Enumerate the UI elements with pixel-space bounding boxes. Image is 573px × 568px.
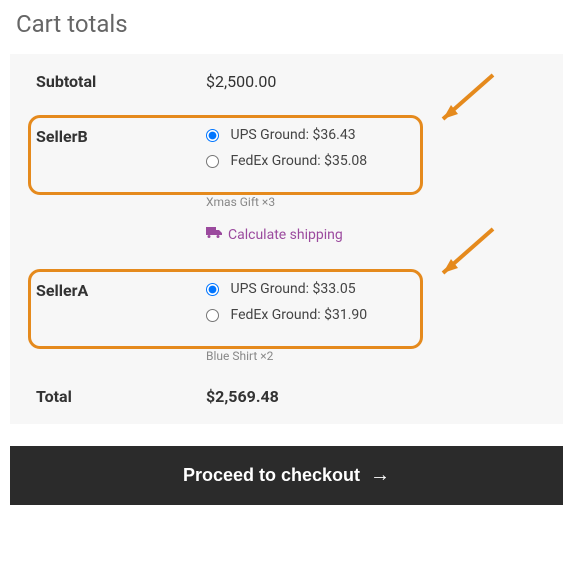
subtotal-value: $2,500.00 bbox=[206, 72, 537, 91]
subtotal-row: Subtotal $2,500.00 bbox=[10, 54, 563, 109]
seller-b-options: UPS Ground: $36.43 FedEx Ground: $35.08 bbox=[206, 127, 537, 179]
cart-totals-title: Cart totals bbox=[16, 10, 563, 38]
total-row: Total $2,569.48 bbox=[10, 369, 563, 424]
proceed-to-checkout-button[interactable]: Proceed to checkout → bbox=[10, 446, 563, 505]
seller-b-radio-fedex[interactable] bbox=[206, 155, 219, 168]
cart-totals-table: Subtotal $2,500.00 SellerB UPS Ground: $… bbox=[10, 54, 563, 424]
calculate-shipping-label: Calculate shipping bbox=[228, 227, 343, 243]
checkout-label: Proceed to checkout bbox=[183, 465, 360, 486]
seller-a-options: UPS Ground: $33.05 FedEx Ground: $31.90 bbox=[206, 281, 537, 333]
seller-b-option-ups[interactable]: UPS Ground: $36.43 bbox=[206, 127, 537, 143]
seller-a-radio-fedex[interactable] bbox=[206, 309, 219, 322]
seller-b-fedex-price: $35.08 bbox=[324, 153, 367, 169]
seller-a-option-ups[interactable]: UPS Ground: $33.05 bbox=[206, 281, 537, 297]
calculate-shipping-link[interactable]: Calculate shipping bbox=[10, 215, 369, 263]
truck-icon bbox=[206, 227, 222, 243]
seller-a-ups-label: UPS Ground: bbox=[230, 281, 309, 297]
seller-a-name: SellerA bbox=[36, 281, 206, 333]
arrow-right-icon: → bbox=[370, 464, 390, 487]
total-label: Total bbox=[36, 387, 206, 406]
seller-a-ups-price: $33.05 bbox=[313, 281, 356, 297]
subtotal-label: Subtotal bbox=[36, 72, 206, 91]
seller-a-fedex-price: $31.90 bbox=[324, 307, 367, 323]
total-value: $2,569.48 bbox=[206, 387, 537, 406]
seller-b-items: Xmas Gift ×3 bbox=[10, 189, 563, 215]
seller-a-group: SellerA UPS Ground: $33.05 FedEx Ground:… bbox=[10, 263, 563, 343]
seller-a-radio-ups[interactable] bbox=[206, 283, 219, 296]
seller-b-ups-price: $36.43 bbox=[313, 127, 356, 143]
seller-b-radio-ups[interactable] bbox=[206, 129, 219, 142]
seller-a-fedex-label: FedEx Ground: bbox=[230, 307, 320, 323]
seller-b-group: SellerB UPS Ground: $36.43 FedEx Ground:… bbox=[10, 109, 563, 189]
seller-b-name: SellerB bbox=[36, 127, 206, 179]
seller-a-option-fedex[interactable]: FedEx Ground: $31.90 bbox=[206, 307, 537, 323]
seller-a-items: Blue Shirt ×2 bbox=[10, 343, 563, 369]
seller-b-option-fedex[interactable]: FedEx Ground: $35.08 bbox=[206, 153, 537, 169]
seller-b-ups-label: UPS Ground: bbox=[230, 127, 309, 143]
seller-b-fedex-label: FedEx Ground: bbox=[230, 153, 320, 169]
